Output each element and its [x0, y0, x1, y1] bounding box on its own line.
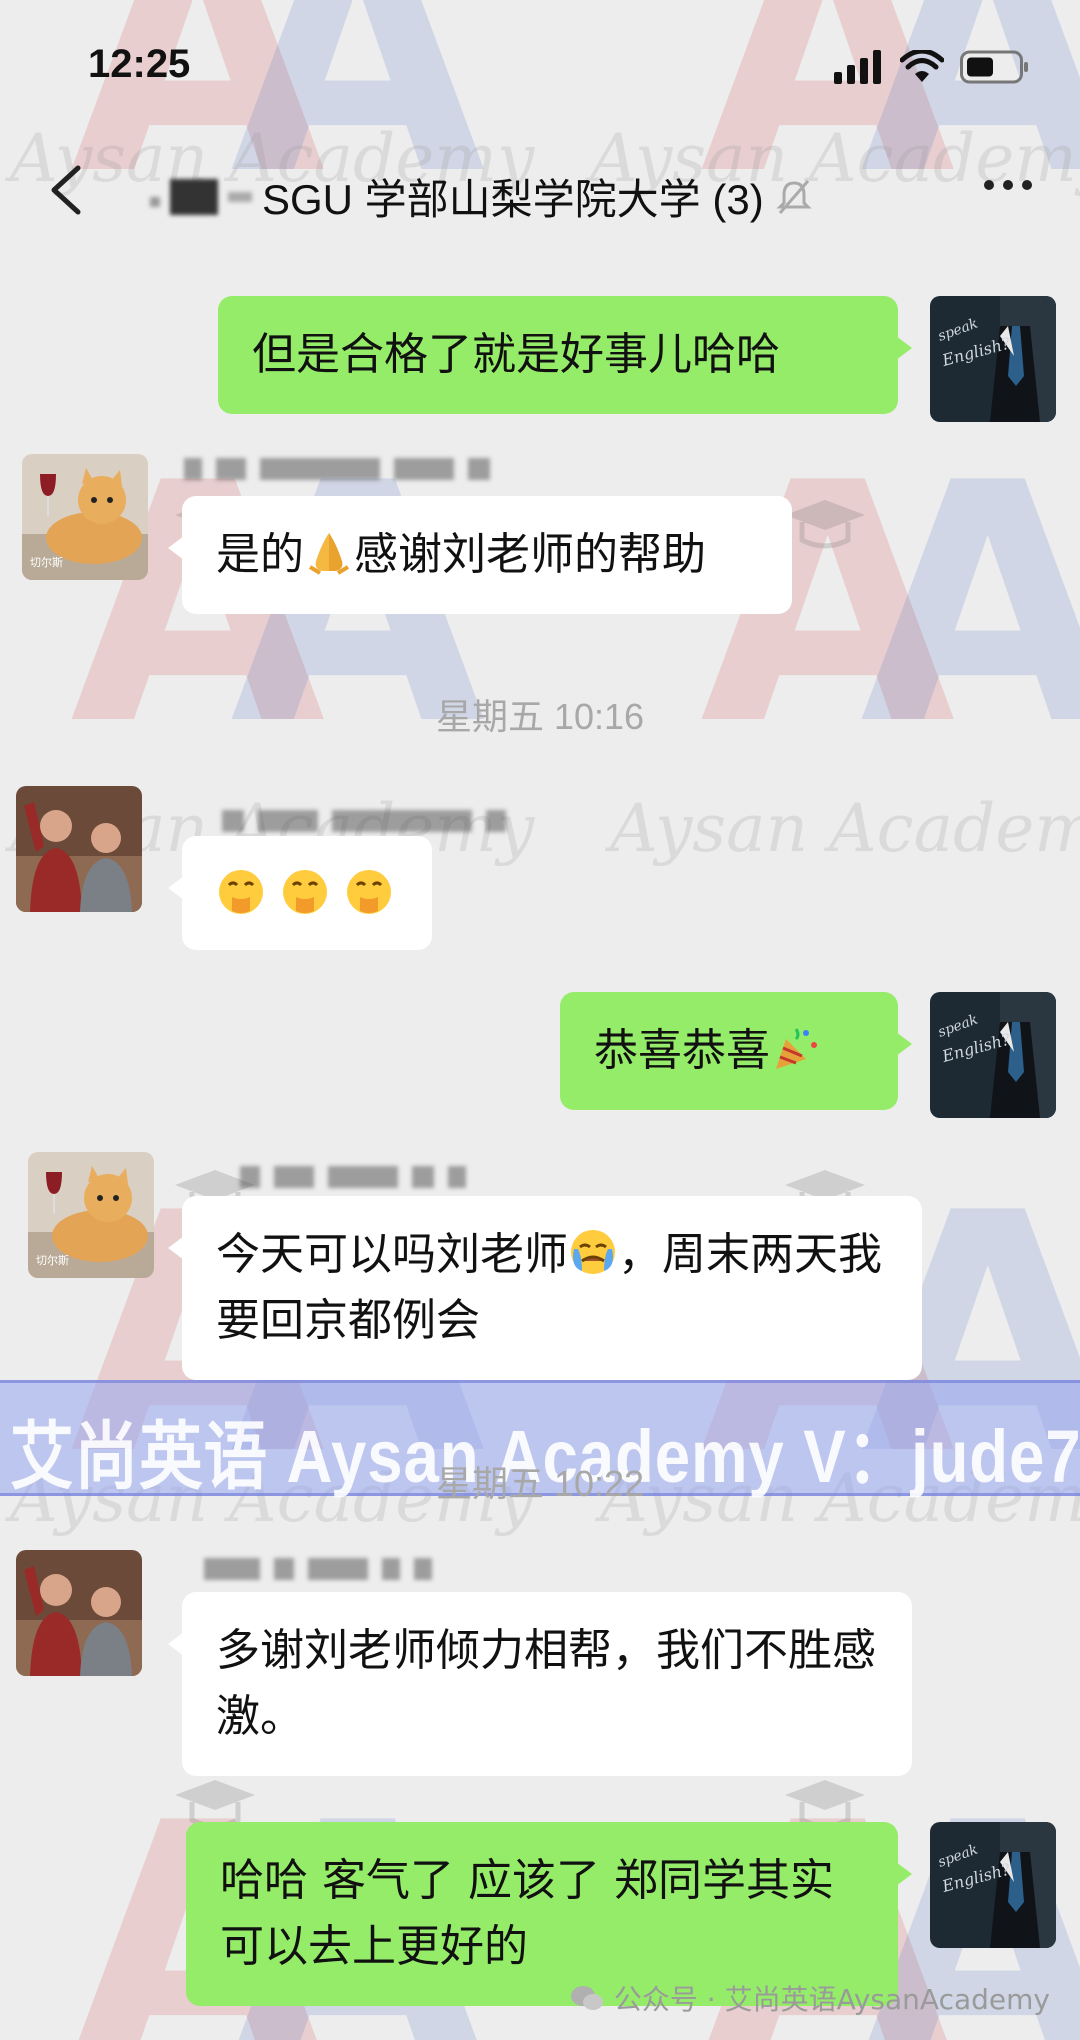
wechat-icon [570, 1986, 603, 2010]
shushing-face-icon [219, 870, 263, 914]
crying-face-icon [571, 1230, 615, 1274]
battery-icon [960, 50, 1028, 84]
redacted-name [170, 178, 218, 215]
avatar-cat[interactable]: 切尔斯 [22, 454, 148, 580]
status-time: 12:25 [88, 42, 191, 86]
message-bubble-mine[interactable]: 恭喜恭喜 [560, 992, 912, 1110]
avatar-friends[interactable] [16, 786, 142, 912]
avatar-caption: 切尔斯 [30, 556, 63, 569]
two-men-icon [16, 1550, 142, 1676]
message-text: 哈哈 客气了 应该了 郑同学其实可以去上更好的 [220, 1855, 834, 1972]
avatar-self[interactable]: speak English? [930, 296, 1056, 422]
status-icons [834, 50, 1030, 84]
timestamp: 星期五 10:16 [435, 696, 645, 737]
shushing-face-icon [283, 870, 327, 914]
message-text: 多谢刘老师倾力相帮，我们不胜感激。 [216, 1625, 876, 1742]
avatar-cat[interactable]: 切尔斯 [28, 1152, 154, 1278]
sender-name-redacted [184, 456, 490, 482]
redacted-name [150, 196, 160, 207]
cellular-signal-icon [834, 50, 881, 84]
message-text: 恭喜恭喜 [594, 1025, 770, 1076]
message-bubble-theirs[interactable]: 多谢刘老师倾力相帮，我们不胜感激。 [168, 1592, 912, 1776]
teacher-avatar-icon: speak English? [930, 992, 1056, 1118]
sender-name-redacted [240, 1164, 466, 1190]
watermark-script: Aysan Academy [610, 790, 1080, 867]
chat-screen: A A A A A A A A A A A A A A A A Aysan Ac… [0, 0, 1080, 2040]
footer-text: 公众号 · 艾尚英语AysanAcademy [613, 1983, 1050, 2016]
avatar-caption: 切尔斯 [36, 1254, 69, 1267]
avatar-friends[interactable] [16, 1550, 142, 1676]
sender-name-redacted [222, 808, 506, 834]
message-text: 感谢刘老师的帮助 [354, 529, 706, 580]
teacher-avatar-icon: speak English? [930, 1822, 1056, 1948]
message-bubble-mine[interactable]: 但是合格了就是好事儿哈哈 [218, 296, 912, 414]
chat-title-group[interactable]: SGU 学部山梨学院大学 (3) [150, 166, 814, 227]
avatar-self[interactable]: speak English? [930, 992, 1056, 1118]
avatar-self[interactable]: speak English? [930, 1822, 1056, 1948]
timestamp: 星期五 10:22 [435, 1463, 645, 1504]
redacted-name [228, 191, 252, 202]
footer-attribution: 公众号 · 艾尚英语AysanAcademy [570, 1978, 1050, 2018]
message-text: 今天可以吗刘老师 [216, 1229, 568, 1280]
wifi-icon [900, 50, 944, 82]
more-options-button[interactable] [984, 180, 1032, 190]
status-bar: 12:25 [0, 0, 1080, 140]
chat-title: SGU 学部山梨学院大学 (3) [262, 176, 764, 223]
folded-hands-icon [308, 533, 350, 575]
message-bubble-theirs[interactable] [168, 836, 432, 950]
graduation-cap-icon [785, 500, 865, 549]
teacher-avatar-icon: speak English? [930, 296, 1056, 422]
message-text: 但是合格了就是好事儿哈哈 [252, 329, 780, 380]
party-popper-icon [776, 1028, 817, 1069]
chat-header: SGU 学部山梨学院大学 (3) [0, 140, 1080, 245]
two-men-icon [16, 786, 142, 912]
shushing-face-icon [347, 870, 391, 914]
cat-with-wine-icon: 切尔斯 [28, 1152, 154, 1278]
message-bubble-theirs[interactable]: 今天可以吗刘老师 ，周末两天我要回京都例会 [168, 1196, 922, 1380]
cat-with-wine-icon: 切尔斯 [22, 454, 148, 580]
sender-name-redacted [204, 1556, 432, 1582]
message-bubble-theirs[interactable]: 是的 感谢刘老师的帮助 [168, 496, 792, 614]
message-text: 是的 [216, 529, 304, 580]
back-chevron-icon[interactable] [38, 160, 98, 220]
mute-bell-icon [776, 179, 812, 214]
